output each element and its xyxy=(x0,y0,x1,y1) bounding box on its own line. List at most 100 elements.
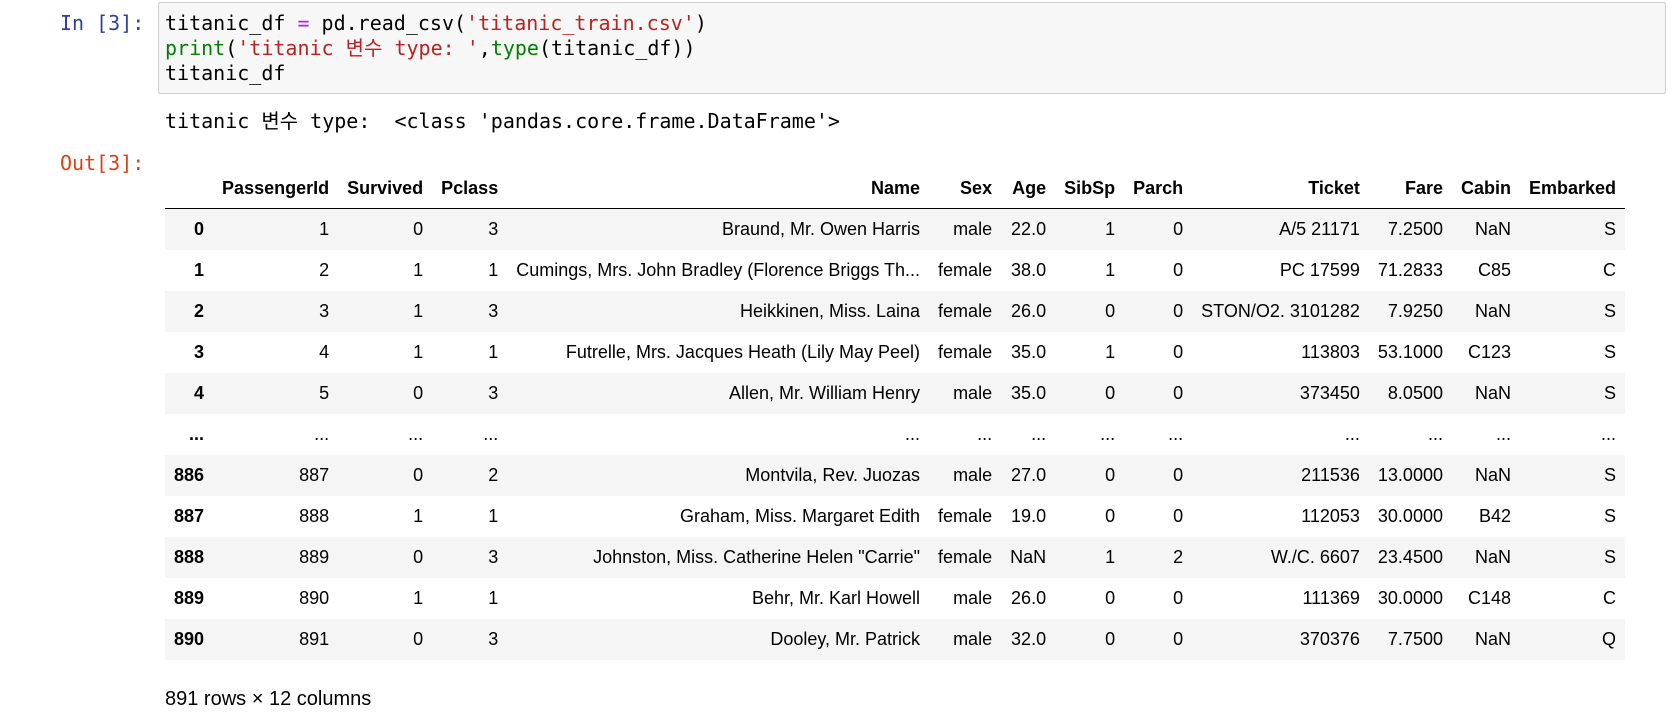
table-row: 890 891 0 3 Dooley, Mr. Patrick male 32.0 0 0 370… xyxy=(165,619,1626,660)
code-line-2: print('titanic 변수 type: ',type(titanic_d… xyxy=(165,36,696,60)
table-row: 2 3 1 3 Heikkinen, Miss. Laina female 26.0 0 0 ST… xyxy=(165,291,1626,332)
table-cell: 1 xyxy=(1105,342,1116,362)
table-cell: 112053 xyxy=(1301,506,1360,526)
dataframe-header: PassengerId Survived Pclass Name Sex Age SibSp… xyxy=(165,168,1626,209)
table-cell: 3 xyxy=(488,219,499,239)
table-cell: male xyxy=(953,465,993,485)
table-cell: 887 xyxy=(299,465,330,485)
table-row: 886 887 0 2 Montvila, Rev. Juozas male 27.0 0 0 2… xyxy=(165,455,1626,496)
table-cell: ... xyxy=(1031,424,1047,444)
table-cell: 27.0 xyxy=(1011,465,1047,485)
table-cell: ... xyxy=(1168,424,1184,444)
table-cell: male xyxy=(953,588,993,608)
table-cell: NaN xyxy=(1474,465,1511,485)
table-cell: 13.0000 xyxy=(1377,465,1443,485)
table-cell: female xyxy=(938,547,993,567)
table-cell: 1 xyxy=(413,301,424,321)
column-header: Pclass xyxy=(432,168,508,209)
table-cell: 0 xyxy=(1105,465,1116,485)
table-cell: 2 xyxy=(488,465,499,485)
table-cell: Futrelle, Mrs. Jacques Heath (Lily May P… xyxy=(565,342,921,362)
table-cell: Heikkinen, Miss. Laina xyxy=(739,301,921,321)
table-cell: Cumings, Mrs. John Bradley (Florence Bri… xyxy=(516,260,921,280)
table-cell: NaN xyxy=(1010,547,1047,567)
row-index: ... xyxy=(189,424,205,444)
table-cell: 1 xyxy=(1105,219,1116,239)
table-cell: Montvila, Rev. Juozas xyxy=(745,465,921,485)
table-cell: 32.0 xyxy=(1011,629,1047,649)
table-cell: C xyxy=(1603,260,1617,280)
column-header: Name xyxy=(507,168,930,209)
table-cell: 2 xyxy=(319,260,330,280)
table-cell: ... xyxy=(408,424,424,444)
header-row: PassengerId Survived Pclass Name Sex Age SibSp… xyxy=(165,168,1626,209)
table-cell: ... xyxy=(1495,424,1511,444)
table-cell: 8.0500 xyxy=(1387,383,1443,403)
input-prompt: In [3]: xyxy=(60,11,145,35)
table-cell: 30.0000 xyxy=(1377,506,1443,526)
table-cell: Braund, Mr. Owen Harris xyxy=(721,219,921,239)
table-cell: 889 xyxy=(299,547,330,567)
table-cell: 1 xyxy=(488,260,499,280)
code-cell-editor[interactable]: titanic_df = pd.read_csv('titanic_train.… xyxy=(158,2,1666,94)
table-cell: 0 xyxy=(1173,219,1184,239)
table-cell: S xyxy=(1604,219,1617,239)
table-cell: 26.0 xyxy=(1011,588,1047,608)
table-cell: 0 xyxy=(1105,629,1116,649)
code-line-3: titanic_df xyxy=(165,61,286,85)
column-header: Ticket xyxy=(1192,168,1369,209)
column-header: Cabin xyxy=(1451,168,1520,209)
table-cell: 0 xyxy=(1173,342,1184,362)
table-cell: female xyxy=(938,342,993,362)
table-row: 887 888 1 1 Graham, Miss. Margaret Edith fema… xyxy=(165,496,1625,537)
dataframe-body: 0 1 0 3 Braund, Mr. Owen Harris male 22.0 1 0 A/5… xyxy=(165,208,1626,660)
table-cell: 30.0000 xyxy=(1377,588,1443,608)
table-cell: ... xyxy=(483,424,499,444)
table-cell: 7.2500 xyxy=(1387,219,1443,239)
table-cell: 0 xyxy=(1173,383,1184,403)
table-cell: 0 xyxy=(1173,465,1184,485)
table-cell: 7.7500 xyxy=(1387,629,1443,649)
column-header: SibSp xyxy=(1055,168,1125,209)
row-index: 890 xyxy=(174,629,205,649)
column-header: Parch xyxy=(1124,168,1193,209)
table-cell: 1 xyxy=(413,342,424,362)
table-cell: 0 xyxy=(1105,301,1116,321)
table-cell: NaN xyxy=(1474,383,1511,403)
table-cell: STON/O2. 3101282 xyxy=(1201,301,1360,321)
table-cell: 0 xyxy=(413,547,424,567)
table-cell: 1 xyxy=(319,219,330,239)
table-cell: W./C. 6607 xyxy=(1270,547,1360,567)
column-header: Fare xyxy=(1368,168,1452,209)
table-cell: 0 xyxy=(1173,260,1184,280)
table-cell: 53.1000 xyxy=(1377,342,1443,362)
table-cell: 113803 xyxy=(1301,342,1360,362)
column-header: Age xyxy=(1001,168,1056,209)
table-cell: ... xyxy=(1427,424,1443,444)
code-line-1: titanic_df = pd.read_csv('titanic_train.… xyxy=(165,11,707,35)
table-cell: 0 xyxy=(1173,506,1184,526)
table-cell: C123 xyxy=(1467,342,1511,362)
stdout-output: titanic 변수 type: <class 'pandas.core.fra… xyxy=(165,109,840,133)
table-cell: 22.0 xyxy=(1011,219,1047,239)
row-index: 0 xyxy=(194,219,205,239)
table-cell: S xyxy=(1604,547,1617,567)
table-cell: 23.4500 xyxy=(1377,547,1443,567)
row-index: 1 xyxy=(194,260,205,280)
table-cell: ... xyxy=(1601,424,1617,444)
table-cell: 0 xyxy=(1105,588,1116,608)
table-cell: 1 xyxy=(413,588,424,608)
table-cell: 71.2833 xyxy=(1377,260,1443,280)
table-cell: 111369 xyxy=(1302,588,1360,608)
table-cell: 0 xyxy=(1105,383,1116,403)
table-cell: S xyxy=(1604,383,1617,403)
table-row: 4 5 0 3 Allen, Mr. William Henry male 35.0 0 0 37… xyxy=(165,373,1626,414)
table-cell: female xyxy=(938,506,993,526)
table-row: 0 1 0 3 Braund, Mr. Owen Harris male 22.0 1 0 A/5… xyxy=(165,208,1626,250)
table-cell: ... xyxy=(1344,424,1360,444)
table-cell: 0 xyxy=(413,219,424,239)
table-cell: 0 xyxy=(1105,506,1116,526)
row-index: 2 xyxy=(194,301,205,321)
table-cell: S xyxy=(1604,301,1617,321)
row-index: 3 xyxy=(194,342,205,362)
